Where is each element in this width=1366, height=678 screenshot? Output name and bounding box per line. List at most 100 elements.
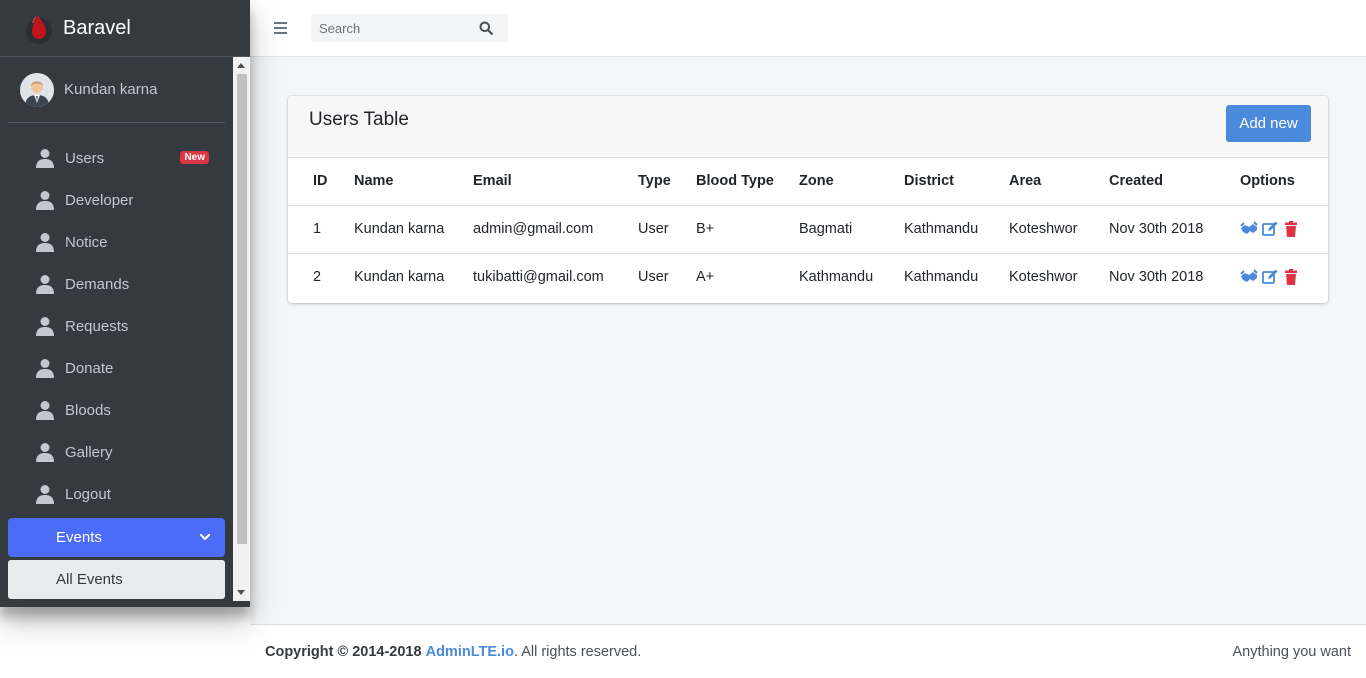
user-avatar — [20, 72, 54, 107]
sidebar-item-label: Demands — [65, 275, 130, 293]
copyright-text: Copyright © 2014-2018 — [265, 644, 422, 660]
cell-type: User — [638, 269, 669, 286]
user-icon — [36, 400, 54, 420]
sidebar-item-label: Donate — [65, 359, 114, 377]
sidebar-item-label: Users — [65, 149, 105, 167]
sidebar-item-label: Gallery — [65, 443, 113, 461]
sidebar-subitem-label: All Events — [56, 571, 123, 588]
sidebar-item-bloods[interactable]: Bloods — [8, 389, 225, 431]
cell-zone: Bagmati — [799, 205, 904, 254]
user-panel[interactable]: Kundan karna — [8, 57, 225, 123]
cell-created: Nov 30th 2018 — [1109, 269, 1204, 286]
column-header-email: Email — [473, 158, 638, 206]
table-header-row: ID Name Email Type Blood Type Zone Distr… — [288, 158, 1328, 206]
column-header-type: Type — [638, 158, 696, 206]
sidebar-item-requests[interactable]: Requests — [8, 305, 225, 347]
user-icon — [36, 232, 54, 252]
sidebar-subitem-all-events[interactable]: All Events — [8, 560, 225, 599]
edit-icon[interactable] — [1262, 221, 1278, 237]
cell-created: Nov 30th 2018 — [1109, 205, 1240, 254]
sidebar-item-donate[interactable]: Donate — [8, 347, 225, 389]
user-icon — [36, 484, 54, 504]
cell-blood-type: B+ — [696, 205, 799, 254]
user-icon — [36, 274, 54, 294]
user-icon — [36, 358, 54, 378]
handshake-icon[interactable] — [1240, 269, 1258, 285]
trash-icon[interactable] — [1284, 221, 1300, 238]
column-header-id: ID — [288, 158, 354, 206]
chevron-down-icon — [199, 530, 211, 542]
cell-district: Kathmandu — [904, 205, 1009, 254]
sidebar-item-label: Developer — [65, 191, 134, 209]
sidebar-scrollbar[interactable] — [233, 57, 250, 601]
cell-district: Kathmandu — [904, 269, 979, 286]
user-name: Kundan karna — [64, 81, 158, 98]
table-row: 1 Kundan karna admin@gmail.com User B+ B… — [288, 205, 1328, 254]
footer-copyright: Copyright © 2014-2018 AdminLTE.io. All r… — [265, 644, 641, 660]
adminlte-link[interactable]: AdminLTE.io — [426, 644, 514, 660]
sidebar-item-notice[interactable]: Notice — [8, 221, 225, 263]
brand-name: Baravel — [63, 16, 131, 39]
cell-options — [1240, 205, 1328, 254]
trash-icon[interactable] — [1284, 269, 1300, 286]
cell-type: User — [638, 205, 696, 254]
user-icon — [36, 442, 54, 462]
cell-name: Kundan karna — [354, 269, 445, 286]
footer-right-text: Anything you want — [1232, 644, 1352, 660]
main-sidebar: Baravel Kundan karna Users New Developer… — [0, 0, 250, 607]
search-input[interactable] — [311, 14, 471, 42]
cell-id: 1 — [288, 205, 354, 254]
sidebar-item-users[interactable]: Users New — [8, 137, 225, 179]
cell-options — [1240, 253, 1328, 301]
add-new-button[interactable]: Add new — [1226, 105, 1311, 142]
search-button[interactable] — [471, 14, 501, 42]
column-header-area: Area — [1009, 158, 1109, 206]
cell-area: Koteshwor — [1009, 205, 1109, 254]
blood-drop-logo-icon — [24, 11, 54, 45]
search-form — [311, 14, 508, 42]
sidebar-item-label: Logout — [65, 485, 111, 503]
edit-icon[interactable] — [1262, 269, 1278, 285]
sidebar-content: Kundan karna Users New Developer Notice … — [0, 57, 250, 607]
sidebar-item-gallery[interactable]: Gallery — [8, 431, 225, 473]
sidebar-item-developer[interactable]: Developer — [8, 179, 225, 221]
card-title: Users Table — [309, 109, 409, 130]
cell-email: admin@gmail.com — [473, 205, 638, 254]
scroll-down-arrow-icon[interactable] — [237, 590, 245, 595]
cell-area: Koteshwor — [1009, 269, 1078, 286]
scroll-up-arrow-icon[interactable] — [237, 63, 245, 68]
user-icon — [36, 148, 54, 168]
column-header-zone: Zone — [799, 158, 904, 206]
main-footer: Copyright © 2014-2018 AdminLTE.io. All r… — [250, 624, 1366, 678]
user-icon — [36, 190, 54, 210]
search-icon — [479, 21, 493, 35]
table-row: 2 Kundan karna tukibatti@gmail.com User … — [288, 253, 1328, 301]
sidebar-item-label: Events — [56, 529, 102, 546]
cell-email: tukibatti@gmail.com — [473, 269, 604, 286]
top-navbar — [250, 0, 1366, 57]
handshake-icon[interactable] — [1240, 221, 1258, 237]
cell-id: 2 — [313, 269, 322, 286]
hamburger-menu-icon[interactable] — [274, 22, 288, 34]
sidebar-item-logout[interactable]: Logout — [8, 473, 225, 515]
users-table: ID Name Email Type Blood Type Zone Distr… — [288, 158, 1328, 301]
card-header: Users Table Add new — [288, 96, 1328, 158]
sidebar-item-label: Bloods — [65, 401, 111, 419]
cell-blood-type: A+ — [696, 269, 715, 286]
scrollbar-thumb[interactable] — [237, 74, 247, 544]
cell-name: Kundan karna — [354, 205, 473, 254]
sidebar-item-label: Requests — [65, 317, 129, 335]
sidebar-item-label: Notice — [65, 233, 108, 251]
brand-link[interactable]: Baravel — [0, 0, 250, 57]
user-icon — [36, 316, 54, 336]
sidebar-item-events[interactable]: Events — [8, 518, 225, 557]
column-header-options: Options — [1240, 158, 1328, 206]
sidebar-item-demands[interactable]: Demands — [8, 263, 225, 305]
sidebar-bottom-gap — [0, 607, 250, 678]
column-header-district: District — [904, 158, 1009, 206]
users-table-card: Users Table Add new ID Name Email Type B… — [288, 96, 1328, 303]
rights-text: . All rights reserved. — [513, 644, 642, 660]
new-badge: New — [180, 151, 209, 164]
sidebar-nav: Users New Developer Notice Demands Reque… — [0, 137, 250, 599]
cell-zone: Kathmandu — [799, 269, 874, 286]
